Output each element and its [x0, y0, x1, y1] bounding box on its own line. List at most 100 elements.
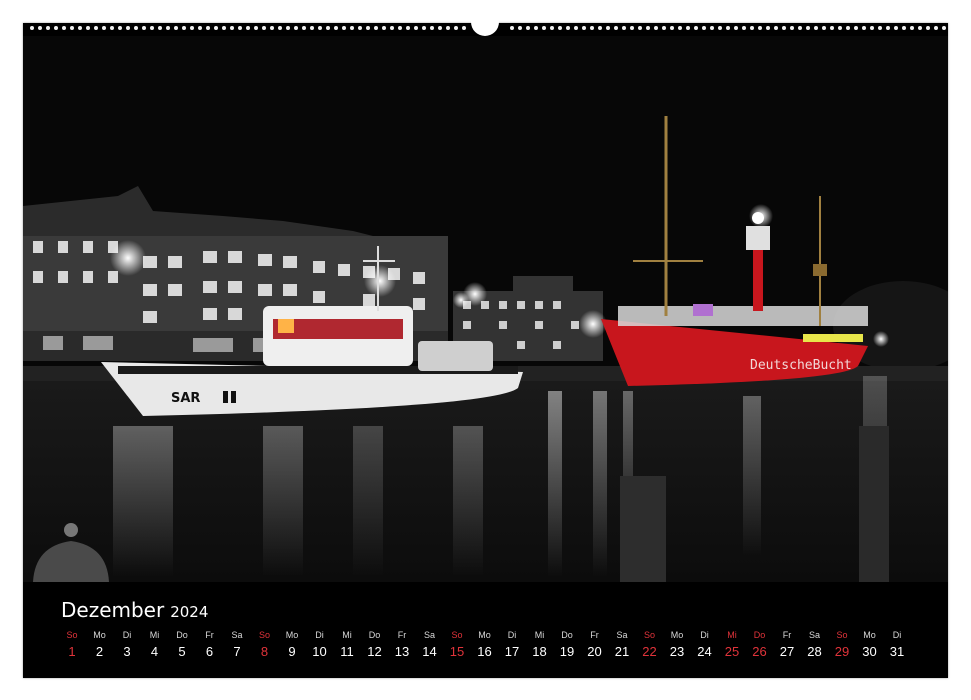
weekday-label: Fr	[205, 630, 214, 640]
spiral-hole	[222, 26, 226, 30]
spiral-hole	[158, 26, 162, 30]
spiral-hole	[438, 26, 442, 30]
weekday-label: Fr	[397, 630, 407, 640]
spiral-hole	[678, 26, 682, 30]
day-number: 19	[559, 644, 575, 659]
spiral-hole	[934, 26, 938, 30]
day-number: 9	[288, 644, 296, 659]
spiral-hole	[702, 26, 706, 30]
month-label: Dezember	[61, 598, 165, 622]
spiral-hole	[686, 26, 690, 30]
day-number: 6	[205, 644, 214, 659]
calendar-day: Mo 23	[664, 629, 690, 662]
spiral-hole	[790, 26, 794, 30]
day-number: 10	[312, 644, 327, 659]
day-number: 5	[178, 644, 186, 659]
spiral-hole	[734, 26, 738, 30]
spiral-hole	[390, 26, 394, 30]
spiral-hole	[318, 26, 322, 30]
weekday-label: Sa	[808, 630, 820, 640]
spiral-hole	[342, 26, 346, 30]
spiral-hole	[574, 26, 578, 30]
calendar-day: Fr 6	[197, 629, 223, 662]
weekday-label: Mo	[478, 630, 491, 640]
spiral-hole	[182, 26, 186, 30]
weekday-label: Mi	[727, 630, 737, 640]
spiral-hole	[366, 26, 370, 30]
calendar-day: So 22	[637, 629, 663, 662]
weekday-label: Di	[892, 630, 902, 640]
calendar-title: Dezember 2024	[61, 598, 208, 622]
weekday-label: Do	[753, 630, 766, 640]
spiral-hole	[638, 26, 642, 30]
spiral-hole	[350, 26, 354, 30]
spiral-hole	[670, 26, 674, 30]
calendar-days: So 1 Mo 2 Di 3 Mi 4 Do 5 Fr 6 Sa 7 So 8 Mo 9 Di 10 Mi 11 Do 12 F…	[59, 629, 919, 669]
day-number: 7	[233, 644, 241, 659]
spiral-hole	[166, 26, 170, 30]
spiral-hole	[462, 26, 466, 30]
spiral-hole	[582, 26, 586, 30]
spiral-hole	[406, 26, 410, 30]
spiral-hole	[54, 26, 58, 30]
spiral-hole	[910, 26, 914, 30]
spiral-hole	[774, 26, 778, 30]
day-number: 26	[752, 644, 767, 659]
spiral-hole	[598, 26, 602, 30]
weekday-label: Fr	[590, 630, 599, 640]
calendar-day: Do 5	[169, 629, 195, 662]
spiral-hole	[430, 26, 434, 30]
calendar-day: Di 10	[307, 629, 333, 662]
weekday-label: Mo	[285, 630, 299, 640]
day-number: 17	[504, 644, 520, 659]
spiral-hole	[566, 26, 570, 30]
spiral-hole	[694, 26, 698, 30]
spiral-hole	[414, 26, 418, 30]
day-number: 2	[95, 644, 104, 659]
spiral-hole	[278, 26, 282, 30]
spiral-hole	[526, 26, 530, 30]
harbor-night-photo: SAR DeutscheBucht	[23, 36, 948, 582]
spiral-hole	[542, 26, 546, 30]
spiral-hole	[262, 26, 266, 30]
spiral-hole	[150, 26, 154, 30]
spiral-hole	[654, 26, 658, 30]
spiral-hole	[286, 26, 290, 30]
weekday-label: Do	[561, 630, 573, 640]
spiral-hole	[174, 26, 178, 30]
calendar-day: Mo 9	[279, 629, 305, 662]
spiral-hole	[926, 26, 930, 30]
spiral-hole	[798, 26, 802, 30]
spiral-hole	[606, 26, 610, 30]
spiral-hole	[454, 26, 458, 30]
weekday-label: So	[258, 630, 270, 640]
spiral-hole	[878, 26, 882, 30]
spiral-hole	[726, 26, 730, 30]
spiral-hole	[206, 26, 210, 30]
calendar-day: Mo 16	[472, 629, 498, 662]
spiral-hole	[374, 26, 378, 30]
year-label: 2024	[170, 603, 209, 621]
spiral-hole	[718, 26, 722, 30]
lightship-hull-text: DeutscheBucht	[750, 358, 852, 373]
spiral-hole	[750, 26, 754, 30]
calendar-day: Di 3	[114, 629, 140, 662]
spiral-hole	[614, 26, 618, 30]
spiral-hole	[38, 26, 42, 30]
spiral-hole	[766, 26, 770, 30]
weekday-label: Mi	[534, 630, 545, 640]
spiral-hole	[230, 26, 234, 30]
day-number: 8	[260, 644, 269, 659]
spiral-hole	[758, 26, 762, 30]
calendar-day: Mi 11	[334, 629, 360, 662]
spiral-hole	[358, 26, 362, 30]
spiral-hole	[102, 26, 106, 30]
spiral-hole	[134, 26, 138, 30]
day-number: 16	[477, 644, 492, 659]
day-number: 1	[68, 644, 76, 659]
spiral-hole	[902, 26, 906, 30]
weekday-label: Sa	[616, 630, 628, 640]
calendar-day: Fr 20	[582, 629, 608, 662]
weekday-label: Do	[176, 630, 188, 640]
weekday-label: Di	[122, 630, 132, 640]
